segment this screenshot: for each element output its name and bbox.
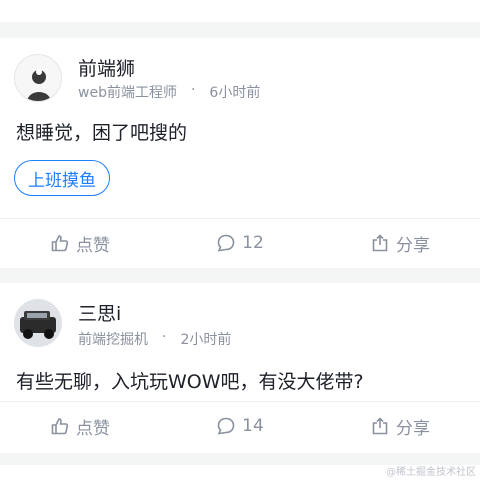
author-title: web前端工程师: [78, 85, 177, 101]
thumbs-up-icon: [51, 418, 69, 435]
post-content[interactable]: 想睡觉，困了吧搜的: [16, 118, 187, 145]
author-meta: web前端工程师 · 6小时前: [78, 82, 260, 102]
avatar[interactable]: [14, 54, 62, 102]
share-button[interactable]: 分享: [320, 231, 480, 256]
post-content[interactable]: 有些无聊，入坑玩WOW吧，有没大佬带?: [16, 367, 364, 394]
post-card[interactable]: 三思i 前端挖掘机 · 2小时前 有些无聊，入坑玩WOW吧，有没大佬带? 点赞 …: [0, 283, 480, 453]
share-icon: [372, 417, 388, 435]
action-bar: 点赞 12 分享: [0, 218, 480, 268]
meta-separator: ·: [190, 82, 196, 98]
comment-count: 14: [242, 416, 264, 436]
author-name[interactable]: 三思i: [78, 299, 121, 326]
topic-tag[interactable]: 上班摸鱼: [14, 160, 110, 196]
previous-post-card: [0, 0, 480, 22]
like-button[interactable]: 点赞: [0, 414, 160, 439]
comment-icon: [217, 234, 235, 252]
post-time: 6小时前: [209, 85, 261, 101]
author-name[interactable]: 前端狮: [78, 54, 135, 81]
comment-icon: [217, 417, 235, 435]
watermark: @稀土掘金技术社区: [386, 467, 476, 478]
like-button[interactable]: 点赞: [0, 231, 160, 256]
action-bar: 点赞 14 分享: [0, 401, 480, 451]
share-button[interactable]: 分享: [320, 414, 480, 439]
comment-button[interactable]: 12: [160, 233, 320, 253]
share-label: 分享: [396, 418, 430, 439]
author-meta: 前端挖掘机 · 2小时前: [78, 329, 231, 349]
like-label: 点赞: [76, 418, 110, 439]
comment-button[interactable]: 14: [160, 416, 320, 436]
post-time: 2小时前: [180, 332, 232, 348]
thumbs-up-icon: [51, 235, 69, 252]
author-title: 前端挖掘机: [78, 332, 148, 348]
avatar[interactable]: [14, 299, 62, 347]
meta-separator: ·: [162, 329, 167, 345]
comment-count: 12: [242, 233, 264, 253]
post-card[interactable]: 前端狮 web前端工程师 · 6小时前 想睡觉，困了吧搜的 上班摸鱼 点赞 12…: [0, 38, 480, 268]
like-label: 点赞: [76, 235, 110, 256]
share-label: 分享: [396, 235, 430, 256]
share-icon: [372, 234, 388, 252]
